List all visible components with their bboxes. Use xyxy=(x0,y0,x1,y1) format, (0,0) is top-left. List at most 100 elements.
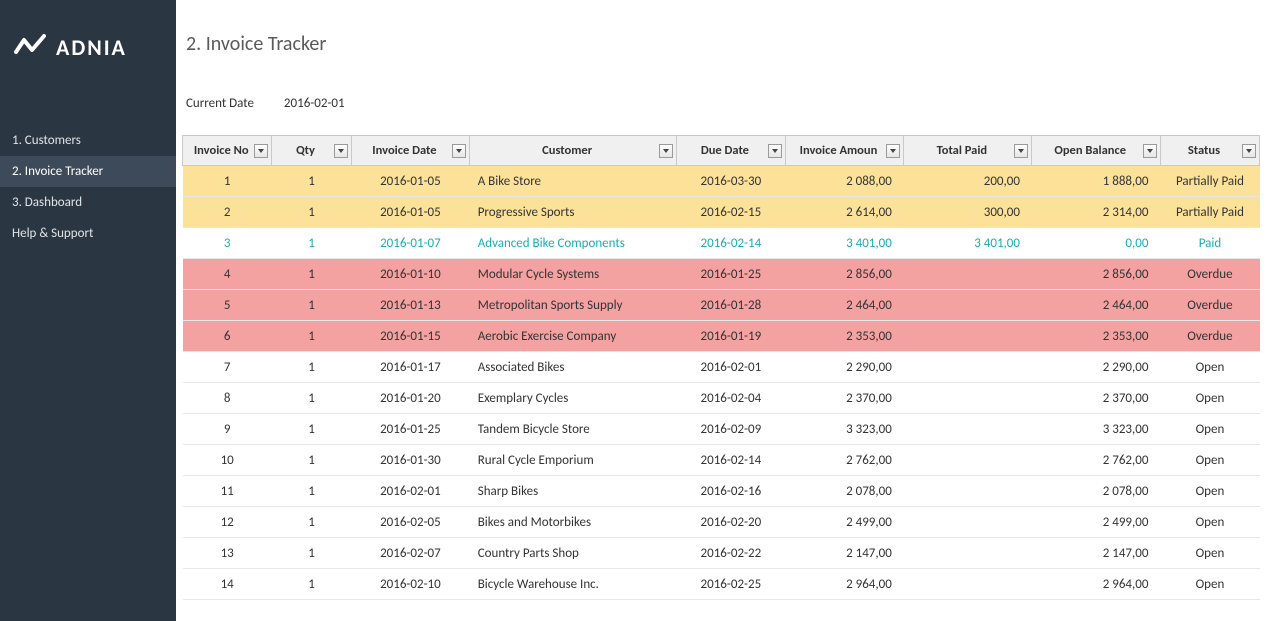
cell-invdate: 2016-01-10 xyxy=(351,259,470,290)
table-row[interactable]: 1212016-02-05Bikes and Motorbikes2016-02… xyxy=(183,507,1260,538)
cell-balance: 2 353,00 xyxy=(1032,321,1160,352)
filter-dropdown-icon[interactable] xyxy=(334,144,348,158)
brand-logo: ADNIA xyxy=(0,0,176,95)
table-body: 112016-01-05A Bike Store2016-03-302 088,… xyxy=(183,166,1260,600)
cell-invdate: 2016-01-05 xyxy=(351,197,470,228)
cell-paid xyxy=(904,569,1032,600)
column-header-label: Due Date xyxy=(701,143,749,158)
column-header-label: Customer xyxy=(542,143,592,158)
cell-qty: 1 xyxy=(272,445,351,476)
cell-customer: Bicycle Warehouse Inc. xyxy=(470,569,677,600)
cell-duedate: 2016-03-30 xyxy=(677,166,786,197)
cell-status: Open xyxy=(1160,414,1259,445)
cell-balance: 1 888,00 xyxy=(1032,166,1160,197)
table-row[interactable]: 512016-01-13Metropolitan Sports Supply20… xyxy=(183,290,1260,321)
filter-dropdown-icon[interactable] xyxy=(886,144,900,158)
cell-qty: 1 xyxy=(272,290,351,321)
filter-dropdown-icon[interactable] xyxy=(1242,144,1256,158)
cell-customer: Tandem Bicycle Store xyxy=(470,414,677,445)
cell-no: 2 xyxy=(183,197,272,228)
cell-qty: 1 xyxy=(272,352,351,383)
column-header-amount[interactable]: Invoice Amoun xyxy=(785,136,904,166)
table-row[interactable]: 1012016-01-30Rural Cycle Emporium2016-02… xyxy=(183,445,1260,476)
column-header-no[interactable]: Invoice No xyxy=(183,136,272,166)
cell-amount: 3 401,00 xyxy=(785,228,904,259)
table-row[interactable]: 912016-01-25Tandem Bicycle Store2016-02-… xyxy=(183,414,1260,445)
cell-status: Open xyxy=(1160,352,1259,383)
cell-paid xyxy=(904,290,1032,321)
table-row[interactable]: 712016-01-17Associated Bikes2016-02-012 … xyxy=(183,352,1260,383)
cell-duedate: 2016-02-04 xyxy=(677,383,786,414)
cell-amount: 2 078,00 xyxy=(785,476,904,507)
cell-status: Overdue xyxy=(1160,259,1259,290)
table-row[interactable]: 1412016-02-10Bicycle Warehouse Inc.2016-… xyxy=(183,569,1260,600)
sidebar-item-1[interactable]: 2. Invoice Tracker xyxy=(0,156,176,187)
table-row[interactable]: 612016-01-15Aerobic Exercise Company2016… xyxy=(183,321,1260,352)
cell-paid xyxy=(904,383,1032,414)
column-header-status[interactable]: Status xyxy=(1160,136,1259,166)
cell-duedate: 2016-02-16 xyxy=(677,476,786,507)
cell-duedate: 2016-01-28 xyxy=(677,290,786,321)
cell-customer: Country Parts Shop xyxy=(470,538,677,569)
cell-no: 1 xyxy=(183,166,272,197)
cell-amount: 2 856,00 xyxy=(785,259,904,290)
cell-balance: 2 856,00 xyxy=(1032,259,1160,290)
cell-paid: 200,00 xyxy=(904,166,1032,197)
cell-qty: 1 xyxy=(272,259,351,290)
table-row[interactable]: 312016-01-07Advanced Bike Components2016… xyxy=(183,228,1260,259)
cell-balance: 2 290,00 xyxy=(1032,352,1160,383)
table-row[interactable]: 812016-01-20Exemplary Cycles2016-02-042 … xyxy=(183,383,1260,414)
cell-amount: 2 088,00 xyxy=(785,166,904,197)
cell-duedate: 2016-02-20 xyxy=(677,507,786,538)
sidebar-item-3[interactable]: Help & Support xyxy=(0,218,176,249)
filter-dropdown-icon[interactable] xyxy=(659,144,673,158)
column-header-qty[interactable]: Qty xyxy=(272,136,351,166)
table-row[interactable]: 1312016-02-07Country Parts Shop2016-02-2… xyxy=(183,538,1260,569)
table-row[interactable]: 212016-01-05Progressive Sports2016-02-15… xyxy=(183,197,1260,228)
sidebar-item-2[interactable]: 3. Dashboard xyxy=(0,187,176,218)
cell-no: 8 xyxy=(183,383,272,414)
cell-duedate: 2016-01-25 xyxy=(677,259,786,290)
cell-duedate: 2016-02-15 xyxy=(677,197,786,228)
cell-no: 14 xyxy=(183,569,272,600)
current-date-row: Current Date 2016-02-01 xyxy=(176,56,1273,135)
cell-customer: A Bike Store xyxy=(470,166,677,197)
column-header-balance[interactable]: Open Balance xyxy=(1032,136,1160,166)
cell-status: Open xyxy=(1160,569,1259,600)
filter-dropdown-icon[interactable] xyxy=(452,144,466,158)
filter-dropdown-icon[interactable] xyxy=(1014,144,1028,158)
cell-status: Partially Paid xyxy=(1160,166,1259,197)
column-header-paid[interactable]: Total Paid xyxy=(904,136,1032,166)
cell-qty: 1 xyxy=(272,414,351,445)
filter-dropdown-icon[interactable] xyxy=(768,144,782,158)
cell-status: Open xyxy=(1160,538,1259,569)
cell-balance: 2 147,00 xyxy=(1032,538,1160,569)
table-row[interactable]: 412016-01-10Modular Cycle Systems2016-01… xyxy=(183,259,1260,290)
table-header-row: Invoice NoQtyInvoice Date Customer Due Dat… xyxy=(183,136,1260,166)
cell-qty: 1 xyxy=(272,166,351,197)
cell-qty: 1 xyxy=(272,383,351,414)
cell-customer: Metropolitan Sports Supply xyxy=(470,290,677,321)
column-header-label: Invoice Amoun xyxy=(800,143,878,158)
cell-invdate: 2016-01-15 xyxy=(351,321,470,352)
table-row[interactable]: 1112016-02-01Sharp Bikes2016-02-162 078,… xyxy=(183,476,1260,507)
table-row[interactable]: 112016-01-05A Bike Store2016-03-302 088,… xyxy=(183,166,1260,197)
filter-dropdown-icon[interactable] xyxy=(254,144,268,158)
cell-invdate: 2016-01-13 xyxy=(351,290,470,321)
cell-status: Open xyxy=(1160,507,1259,538)
column-header-customer[interactable]: Customer xyxy=(470,136,677,166)
cell-invdate: 2016-02-10 xyxy=(351,569,470,600)
cell-status: Overdue xyxy=(1160,290,1259,321)
cell-amount: 2 762,00 xyxy=(785,445,904,476)
cell-duedate: 2016-02-14 xyxy=(677,445,786,476)
cell-status: Partially Paid xyxy=(1160,197,1259,228)
cell-duedate: 2016-02-14 xyxy=(677,228,786,259)
cell-customer: Progressive Sports xyxy=(470,197,677,228)
cell-paid: 300,00 xyxy=(904,197,1032,228)
column-header-invdate[interactable]: Invoice Date xyxy=(351,136,470,166)
sidebar-item-0[interactable]: 1. Customers xyxy=(0,125,176,156)
column-header-duedate[interactable]: Due Date xyxy=(677,136,786,166)
filter-dropdown-icon[interactable] xyxy=(1143,144,1157,158)
cell-qty: 1 xyxy=(272,569,351,600)
logo-icon xyxy=(14,30,46,66)
